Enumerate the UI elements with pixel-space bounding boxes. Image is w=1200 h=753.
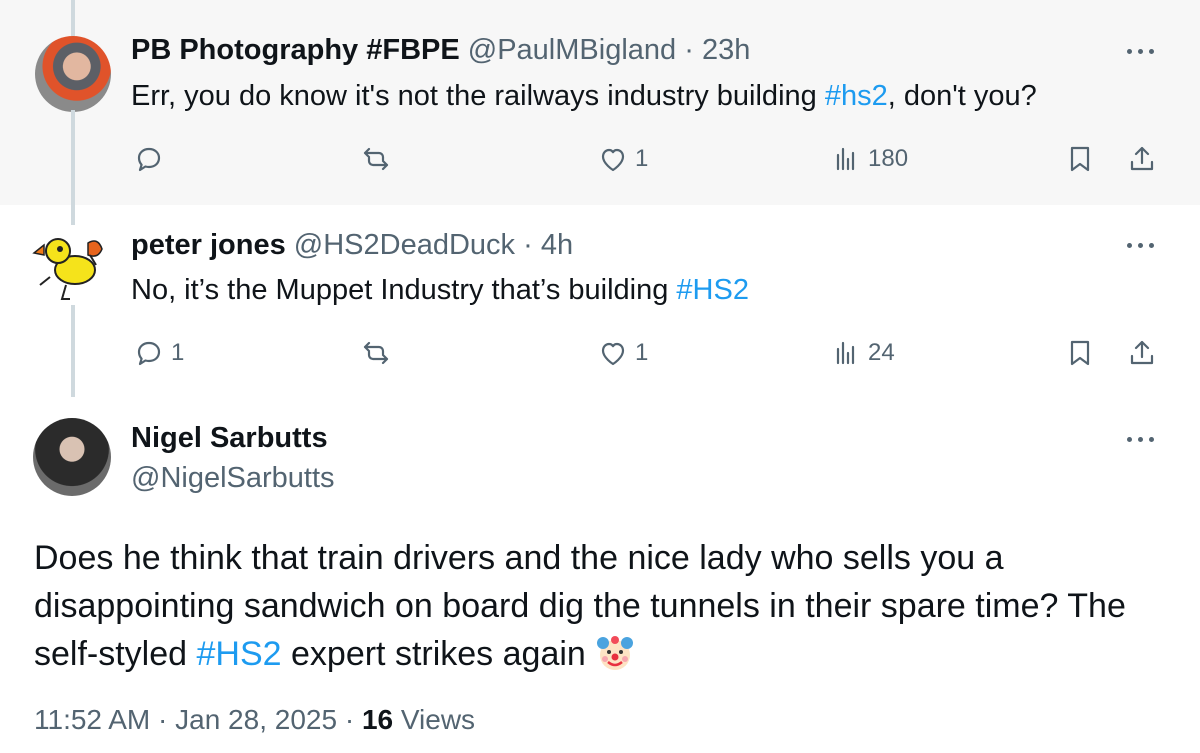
view-count: 180: [868, 145, 909, 172]
analytics-icon: [836, 341, 855, 365]
like-button[interactable]: 1: [597, 337, 648, 369]
text-segment: , don't you?: [887, 80, 1037, 112]
author-handle[interactable]: @NigelSarbutts: [131, 462, 335, 495]
share-button[interactable]: [1126, 143, 1158, 175]
separator: ·: [684, 34, 694, 66]
reply-count: 1: [171, 339, 185, 366]
views-button[interactable]: 24: [830, 337, 895, 369]
reply-header: peter jones @HS2DeadDuck · 4h: [131, 229, 573, 262]
hashtag-link[interactable]: #HS2: [197, 635, 282, 673]
avatar[interactable]: [33, 418, 111, 496]
analytics-icon: [836, 147, 855, 171]
duck-cartoon-icon: [32, 238, 103, 300]
author-name[interactable]: Nigel Sarbutts: [131, 422, 328, 455]
reply-button[interactable]: [133, 143, 171, 175]
views-button[interactable]: 180: [830, 143, 908, 175]
heart-icon: [601, 342, 625, 366]
more-options-icon[interactable]: [1124, 240, 1158, 250]
text-segment: No, it’s the Muppet Industry that’s buil…: [131, 274, 677, 306]
separator: ·: [344, 704, 355, 735]
avatar[interactable]: [35, 36, 111, 112]
timestamp[interactable]: 23h: [702, 34, 750, 66]
bookmark-button[interactable]: [1064, 337, 1096, 369]
post-line: Does he think that train drivers and the…: [34, 539, 1004, 577]
reply-button[interactable]: 1: [133, 337, 184, 369]
hashtag-link[interactable]: #hs2: [825, 80, 888, 112]
thread-connector: [71, 0, 75, 36]
post-date[interactable]: Jan 28, 2025: [175, 704, 337, 735]
like-count: 1: [635, 145, 649, 172]
view-count: 24: [868, 339, 895, 366]
heart-icon: [601, 148, 625, 172]
author-handle[interactable]: @PaulMBigland: [468, 34, 676, 66]
timestamp[interactable]: 4h: [541, 229, 573, 261]
repost-icon: [363, 147, 389, 171]
reply-header: PB Photography #FBPE @PaulMBigland · 23h: [131, 34, 750, 67]
share-icon: [1130, 340, 1154, 365]
share-icon: [1130, 146, 1154, 171]
like-button[interactable]: 1: [597, 143, 648, 175]
reply-text: Err, you do know it's not the railways i…: [131, 80, 1037, 113]
text-segment: self-styled: [34, 635, 197, 673]
views-label: Views: [400, 704, 476, 735]
post-time[interactable]: 11:52 AM: [34, 704, 150, 735]
share-button[interactable]: [1126, 337, 1158, 369]
author-handle[interactable]: @HS2DeadDuck: [294, 229, 515, 261]
reply-text: No, it’s the Muppet Industry that’s buil…: [131, 274, 749, 307]
repost-button[interactable]: [360, 337, 398, 369]
text-segment: expert strikes again: [281, 635, 586, 673]
post-meta: 11:52 AM · Jan 28, 2025 · 16 Views: [34, 704, 475, 736]
thread-connector: [71, 305, 75, 397]
author-name[interactable]: peter jones: [131, 229, 286, 261]
more-options-icon[interactable]: [1124, 434, 1158, 444]
clown-face-icon: [597, 636, 634, 670]
like-count: 1: [635, 339, 649, 366]
author-name[interactable]: PB Photography #FBPE: [131, 34, 460, 66]
post-text: Does he think that train drivers and the…: [34, 534, 1174, 678]
reply-icon: [137, 341, 161, 366]
bookmark-button[interactable]: [1064, 143, 1096, 175]
text-segment: Err, you do know it's not the railways i…: [131, 80, 825, 112]
post-line: disappointing sandwich on board dig the …: [34, 587, 1126, 625]
separator: ·: [523, 229, 533, 261]
repost-button[interactable]: [360, 143, 398, 175]
avatar[interactable]: [30, 225, 112, 307]
repost-icon: [363, 341, 389, 365]
bookmark-icon: [1070, 340, 1090, 366]
views-count: 16: [361, 704, 394, 735]
bookmark-icon: [1070, 146, 1090, 172]
more-options-icon[interactable]: [1124, 46, 1158, 56]
post-line: self-styled #HS2 expert strikes again: [34, 630, 1174, 678]
reply-icon: [137, 147, 161, 172]
hashtag-link[interactable]: #HS2: [676, 274, 749, 306]
separator: ·: [158, 704, 168, 735]
